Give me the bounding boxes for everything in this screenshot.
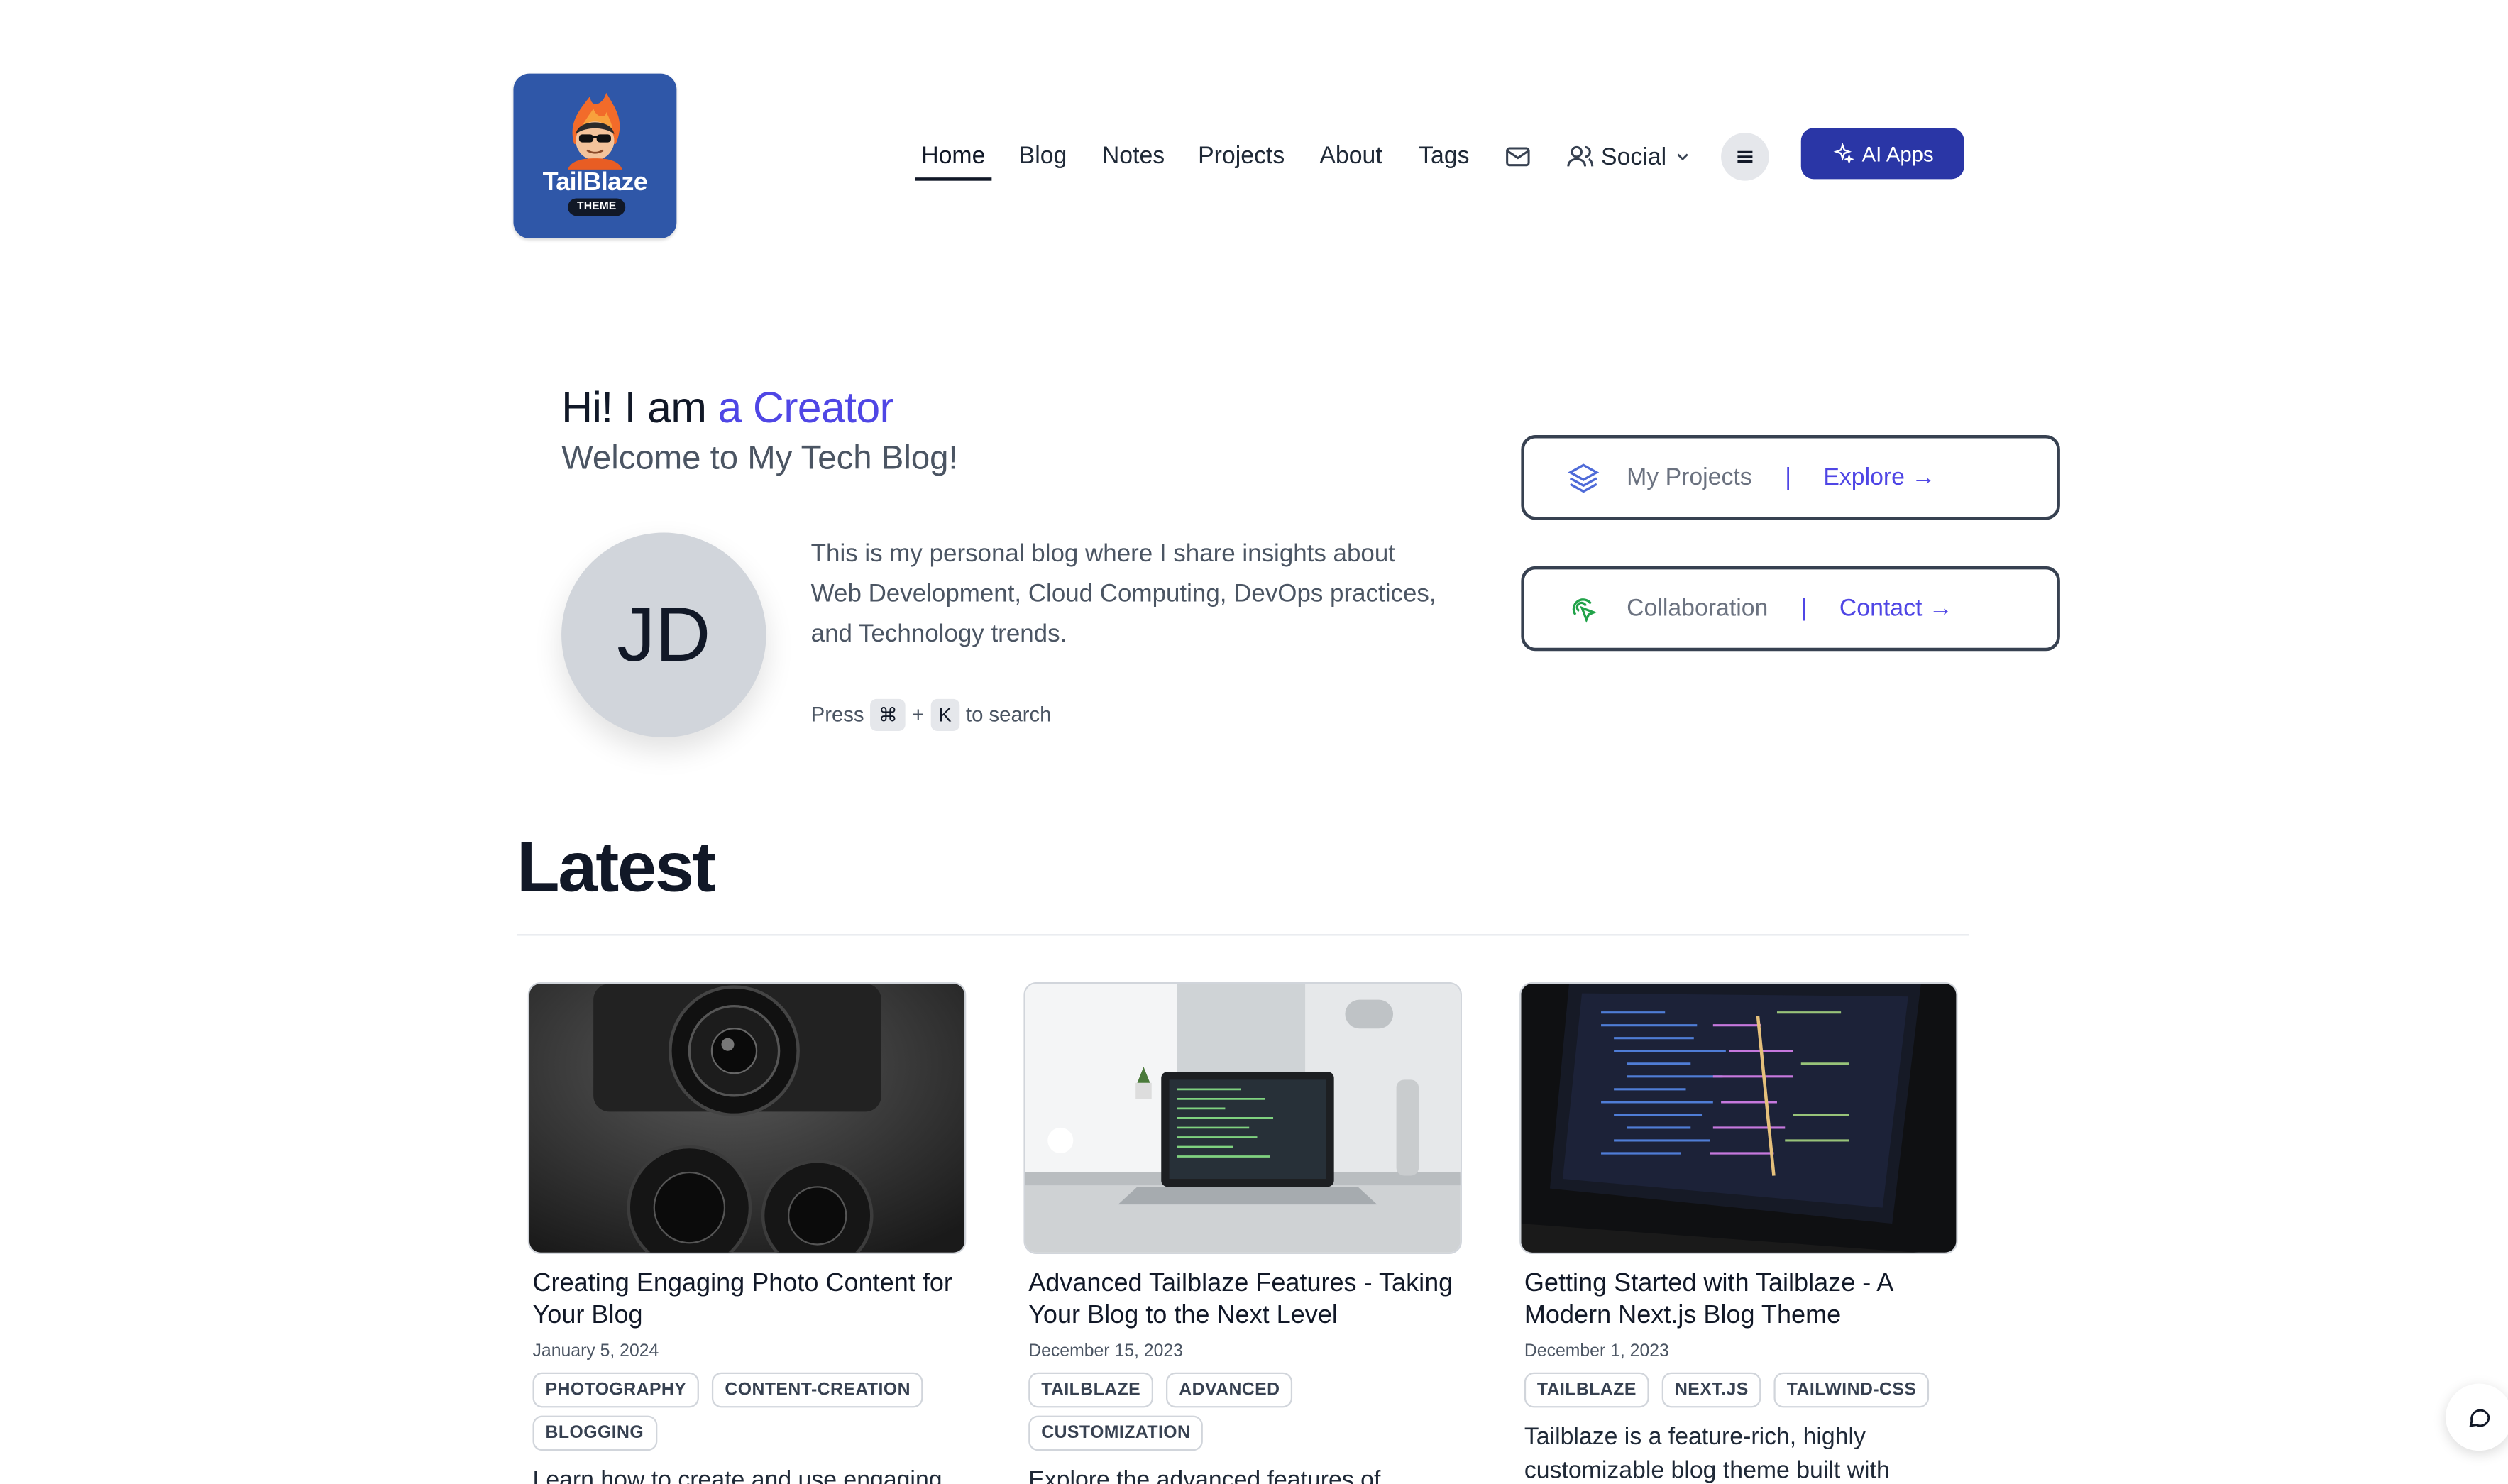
search-hint-suffix: to search: [965, 702, 1052, 727]
post-thumbnail-camera[interactable]: [527, 982, 967, 1254]
users-icon: [1567, 145, 1594, 167]
my-projects-label: My Projects: [1627, 463, 1752, 491]
k-key: K: [930, 698, 959, 731]
tag-chip[interactable]: TAILBLAZE: [1524, 1372, 1649, 1408]
menu-button[interactable]: [1721, 133, 1769, 181]
post-date: December 15, 2023: [1028, 1341, 1183, 1361]
tag-chip[interactable]: NEXT.JS: [1661, 1372, 1761, 1408]
nav-blog[interactable]: Blog: [1019, 138, 1067, 176]
search-hint-plus: +: [912, 702, 925, 727]
site-logo[interactable]: TailBlaze THEME: [513, 73, 677, 238]
search-hint[interactable]: Press ⌘ + K to search: [810, 698, 1052, 731]
social-dropdown[interactable]: Social: [1566, 139, 1692, 175]
post-card: Creating Engaging Photo Content for Your…: [527, 982, 968, 1484]
post-card: Advanced Tailblaze Features - Taking You…: [1023, 982, 1463, 1484]
section-divider: [516, 934, 1969, 936]
mail-icon[interactable]: [1502, 141, 1534, 172]
post-date: December 1, 2023: [1524, 1341, 1669, 1361]
post-thumbnail-code-laptop[interactable]: [1519, 982, 1958, 1254]
collaboration-card[interactable]: Collaboration | Contact →: [1521, 566, 2060, 652]
tag-chip[interactable]: TAILBLAZE: [1028, 1372, 1154, 1408]
cmd-key: ⌘: [870, 698, 906, 731]
nav-active-indicator: [915, 177, 992, 181]
menu-icon: [1737, 150, 1753, 163]
tag-chip[interactable]: PHOTOGRAPHY: [532, 1372, 700, 1408]
avatar: JD: [561, 532, 766, 738]
post-date: January 5, 2024: [532, 1341, 659, 1361]
post-tags: TAILBLAZE ADVANCED CUSTOMIZATION: [1023, 1372, 1463, 1451]
ai-apps-button[interactable]: AI Apps: [1800, 128, 1964, 180]
post-title[interactable]: Creating Engaging Photo Content for Your…: [528, 1268, 968, 1332]
post-tags: TAILBLAZE NEXT.JS TAILWIND-CSS: [1519, 1372, 1959, 1408]
tag-chip[interactable]: CONTENT-CREATION: [712, 1372, 923, 1408]
page: TailBlaze THEME Home Blog Notes Projects…: [0, 0, 2508, 1484]
post-excerpt: Explore the advanced features of: [1028, 1466, 1381, 1484]
nav-about[interactable]: About: [1319, 138, 1382, 176]
hero-role: a Creator: [717, 383, 894, 432]
post-title[interactable]: Getting Started with Tailblaze - A Moder…: [1519, 1268, 1959, 1332]
chat-icon: [2469, 1409, 2490, 1427]
nav-notes[interactable]: Notes: [1102, 138, 1165, 176]
tag-chip[interactable]: BLOGGING: [532, 1415, 657, 1451]
post-tags: PHOTOGRAPHY CONTENT-CREATION BLOGGING: [528, 1372, 968, 1451]
nav-projects[interactable]: Projects: [1198, 138, 1285, 176]
chevron-down-icon: [1676, 153, 1688, 161]
hero-subtitle: Welcome to My Tech Blog!: [561, 439, 958, 477]
post-thumbnail-desk[interactable]: [1023, 982, 1462, 1254]
hero-title: Hi! I am a Creator: [561, 383, 894, 434]
my-projects-separator: |: [1785, 463, 1792, 491]
layers-icon: [1568, 463, 1600, 493]
ai-apps-label: AI Apps: [1861, 141, 1934, 166]
post-excerpt: Tailblaze is a feature-rich, highly cust…: [1524, 1423, 1890, 1484]
explore-link[interactable]: Explore →: [1823, 464, 1935, 491]
contact-link[interactable]: Contact →: [1839, 595, 1953, 622]
logo-text: TailBlaze: [542, 169, 648, 197]
latest-heading: Latest: [516, 828, 716, 907]
tag-chip[interactable]: CUSTOMIZATION: [1028, 1415, 1204, 1451]
chat-button[interactable]: [2446, 1383, 2508, 1451]
social-label: Social: [1601, 143, 1667, 171]
nav-tags[interactable]: Tags: [1419, 138, 1469, 176]
search-hint-press: Press: [810, 702, 864, 727]
post-card: Getting Started with Tailblaze - A Moder…: [1519, 982, 1959, 1484]
tag-chip[interactable]: ADVANCED: [1166, 1372, 1293, 1408]
collaboration-label: Collaboration: [1627, 595, 1769, 622]
hero-greeting: Hi! I am: [561, 383, 718, 432]
pointer-click-icon: [1572, 598, 1597, 623]
post-title[interactable]: Advanced Tailblaze Features - Taking You…: [1023, 1268, 1463, 1332]
my-projects-card[interactable]: My Projects | Explore →: [1521, 435, 2060, 520]
logo-badge: THEME: [568, 198, 626, 216]
nav-home[interactable]: Home: [921, 138, 985, 176]
sparkles-icon: [1833, 142, 1854, 165]
post-excerpt: Learn how to create and use engaging: [532, 1466, 942, 1484]
collaboration-separator: |: [1800, 595, 1808, 622]
hero-bio: This is my personal blog where I share i…: [810, 540, 1436, 648]
tag-chip[interactable]: TAILWIND-CSS: [1773, 1372, 1930, 1408]
